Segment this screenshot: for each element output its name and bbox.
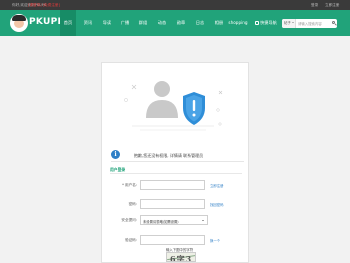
quick-nav[interactable]: 快捷导航 — [252, 10, 280, 36]
logo-mascot-icon — [10, 14, 28, 32]
search-box: 帖子 — [282, 19, 337, 28]
nav-item-medals[interactable]: 勋章 — [173, 10, 189, 36]
search-scope-select[interactable]: 帖子 — [282, 19, 296, 28]
grid-icon — [255, 20, 260, 25]
captcha-code: 6字3 — [170, 253, 193, 262]
nav-item-album[interactable]: 相册 — [211, 10, 227, 36]
nav-item-broadcast[interactable]: 广播 — [117, 10, 133, 36]
top-login-link[interactable]: 登录 — [311, 3, 318, 8]
nav-item-groups[interactable]: 群组 — [135, 10, 151, 36]
security-question-label: 安全提问: — [121, 218, 137, 222]
search-input[interactable] — [297, 19, 330, 28]
captcha-input[interactable] — [140, 235, 205, 245]
notice-bar: i 抱歉,您还没有权限, 详情请 联系管理员 — [111, 148, 244, 162]
chevron-down-icon — [291, 22, 294, 24]
forgot-password-link[interactable]: 找回密码 — [210, 202, 224, 207]
site-logo[interactable]: PKUPK — [10, 14, 64, 32]
shield-warning-icon — [183, 92, 205, 125]
refresh-captcha-link[interactable]: 换一个 — [210, 238, 220, 243]
password-label: 密码: — [128, 202, 137, 206]
nav-item-news[interactable]: 资讯 — [80, 10, 96, 36]
captcha-image[interactable]: 6字3 — [166, 252, 196, 262]
nav-item-home[interactable]: 首页 — [60, 10, 76, 36]
security-question-select[interactable]: 未设置请忽略(如需设置) — [140, 215, 208, 225]
user-avatar-icon — [146, 81, 178, 118]
no-permission-illustration — [124, 81, 223, 131]
sparkle-icon — [131, 84, 223, 95]
nav-item-guide[interactable]: 导读 — [99, 10, 115, 36]
permission-card: i 抱歉,您还没有权限, 详情请 联系管理员 用户登录 * 用户名: 立即注册 … — [101, 62, 249, 263]
search-button[interactable] — [331, 19, 337, 28]
register-link[interactable]: 立即注册 — [210, 183, 224, 188]
nav-item-shopping[interactable]: shopping — [228, 10, 248, 36]
login-register-link[interactable]: [请登录] [免费注册] — [28, 3, 60, 8]
dot-icon — [216, 108, 220, 112]
divider — [110, 173, 242, 174]
password-input[interactable] — [140, 199, 205, 209]
dot-icon — [218, 122, 222, 126]
dot-icon — [124, 98, 128, 102]
notice-text: 抱歉,您还没有权限, 详情请 联系管理员 — [134, 152, 204, 158]
chevron-down-icon — [202, 220, 204, 221]
quick-nav-label: 快捷导航 — [260, 20, 277, 25]
top-register-link[interactable]: 立即注册 — [325, 3, 339, 8]
top-bar: 你好,欢迎来到PKUPK [请登录] [免费注册] 登录 立即注册 — [0, 0, 350, 10]
security-question-value: 未设置请忽略(如需设置) — [143, 220, 179, 224]
username-label: * 用户名: — [122, 183, 137, 187]
username-input[interactable] — [140, 180, 205, 190]
nav-item-blog[interactable]: 日志 — [192, 10, 208, 36]
search-scope-label: 帖子 — [284, 21, 291, 25]
captcha-label: 验证码: — [125, 238, 137, 242]
nav-item-feed[interactable]: 动态 — [154, 10, 170, 36]
info-icon: i — [111, 150, 120, 159]
